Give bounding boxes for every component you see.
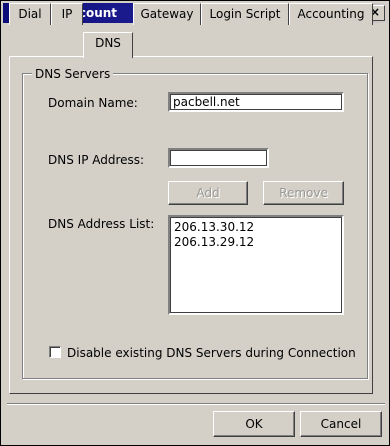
domain-name-label: Domain Name: — [48, 96, 138, 110]
dns-ip-input[interactable] — [168, 148, 269, 168]
tab-label: Gateway — [140, 7, 194, 21]
tab-label: DNS — [95, 36, 121, 50]
list-item[interactable]: 206.13.29.12 — [174, 235, 338, 250]
tab-ip[interactable]: IP — [51, 3, 83, 25]
add-button[interactable]: Add — [168, 181, 248, 205]
tab-dial[interactable]: Dial — [9, 3, 51, 25]
tab-label: IP — [61, 7, 73, 21]
footer-divider — [7, 403, 385, 405]
address-list-label: DNS Address List: — [48, 217, 155, 231]
tab-login-script[interactable]: Login Script — [201, 3, 289, 25]
group-title: DNS Servers — [32, 67, 114, 81]
tab-accounting[interactable]: Accounting — [289, 3, 373, 25]
tab-gateway[interactable]: Gateway — [133, 3, 201, 25]
cancel-button[interactable]: Cancel — [300, 411, 382, 437]
list-item[interactable]: 206.13.30.12 — [174, 220, 338, 235]
remove-button[interactable]: Remove — [263, 181, 344, 205]
dns-ip-label: DNS IP Address: — [48, 153, 145, 167]
tab-dns[interactable]: DNS — [83, 32, 133, 58]
new-account-dialog: New Account × Dial IP DNS Gateway Login … — [0, 0, 390, 446]
dns-address-list[interactable]: 206.13.30.12 206.13.29.12 — [168, 215, 344, 315]
tab-label: Dial — [18, 7, 42, 21]
disable-dns-checkbox[interactable] — [49, 346, 61, 358]
disable-dns-label[interactable]: Disable existing DNS Servers during Conn… — [67, 346, 356, 360]
domain-name-input[interactable]: pacbell.net — [168, 92, 344, 112]
tab-label: Login Script — [209, 7, 281, 21]
ok-button[interactable]: OK — [213, 411, 295, 437]
tab-label: Accounting — [297, 7, 365, 21]
